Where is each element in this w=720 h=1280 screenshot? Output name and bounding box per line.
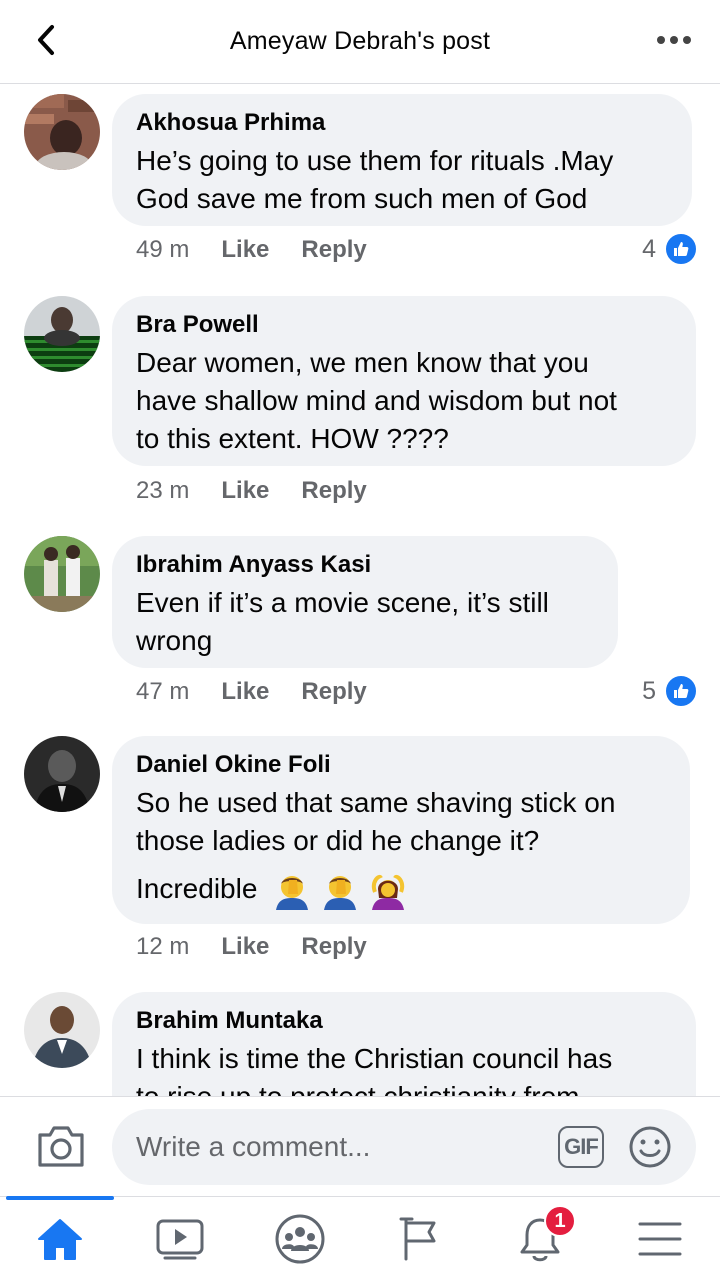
groups-icon [275,1214,325,1264]
reply-button[interactable]: Reply [301,477,366,505]
comment-time: 47 m [136,678,190,705]
like-reaction-icon [664,232,698,266]
gif-button[interactable]: GIF [558,1126,604,1168]
menu-icon [638,1222,682,1256]
comment-author[interactable]: Akhosua Prhima [136,108,668,138]
emoji-button[interactable] [628,1125,672,1169]
comment-meta: 47 m Like Reply [136,678,399,706]
comment-line: to rise up to protect christianity from [136,1078,672,1096]
avatar[interactable] [24,736,100,812]
reaction-number: 4 [642,234,656,263]
comment-input-placeholder: Write a comment... [136,1131,371,1162]
more-options-button[interactable] [654,22,694,58]
reply-button[interactable]: Reply [301,933,366,961]
pages-flag-icon [399,1217,436,1261]
post-header: Ameyaw Debrah's post [0,0,720,84]
comment-line: Incredible [136,873,258,904]
tab-menu[interactable] [600,1197,720,1280]
tab-video[interactable] [120,1197,240,1280]
chevron-left-icon [38,25,54,55]
avatar[interactable] [24,992,100,1068]
more-horizontal-icon [657,36,691,44]
avatar[interactable] [24,536,100,612]
back-button[interactable] [28,22,64,58]
reaction-count[interactable]: 4 [642,232,698,266]
avatar[interactable] [24,94,100,170]
bottom-navigation: 1 [0,1196,720,1280]
video-icon [156,1219,204,1260]
comment-time: 23 m [136,477,190,504]
reaction-number: 5 [642,676,656,705]
comment-bubble: Akhosua Prhima He’s going to use them fo… [112,94,692,226]
comment-line: those ladies or did he change it? [136,825,540,856]
avatar[interactable] [24,296,100,372]
facepalm-emoji [276,875,309,910]
comment-composer: Write a comment... GIF [0,1096,720,1196]
comment-line: Dear women, we men know that you [136,347,589,378]
reply-button[interactable]: Reply [301,678,366,706]
comment-time: 49 m [136,236,190,263]
comment-line: He’s going to use them for rituals .May [136,145,614,176]
comment-text: Dear women, we men know that you have sh… [136,344,672,458]
comment-bubble: Daniel Okine Foli So he used that same s… [112,736,690,924]
comment-line-with-emoji: Incredible [136,870,666,910]
comment-bubble: Brahim Muntaka I think is time the Chris… [112,992,696,1096]
tab-groups[interactable] [240,1197,360,1280]
comment-line: Even if it’s a movie scene, it’s still [136,587,549,618]
comment-text: He’s going to use them for rituals .May … [136,142,668,218]
camera-button[interactable] [36,1123,86,1169]
woman-gesturing-ok-emoji [371,874,404,910]
tab-pages[interactable] [360,1197,480,1280]
comment-meta: 23 m Like Reply [136,477,399,505]
comment-text: So he used that same shaving stick on th… [136,784,666,910]
comment-text: Even if it’s a movie scene, it’s still w… [136,584,594,660]
like-button[interactable]: Like [221,933,269,961]
like-button[interactable]: Like [221,678,269,706]
comment-meta: 12 m Like Reply [136,933,399,961]
comment-bubble: Bra Powell Dear women, we men know that … [112,296,696,466]
tab-notifications[interactable]: 1 [480,1197,600,1280]
camera-icon [38,1126,84,1167]
notification-badge: 1 [544,1205,576,1237]
comment-input[interactable]: Write a comment... GIF [112,1109,696,1185]
comment-author[interactable]: Brahim Muntaka [136,1006,672,1036]
smiley-icon [629,1126,671,1168]
like-button[interactable]: Like [221,236,269,264]
comment-text: I think is time the Christian council ha… [136,1040,672,1096]
comment-time: 12 m [136,933,190,960]
reply-button[interactable]: Reply [301,236,366,264]
like-reaction-icon [664,674,698,708]
tab-home[interactable] [0,1196,120,1280]
reaction-count[interactable]: 5 [642,674,698,708]
comments-list: Akhosua Prhima He’s going to use them fo… [0,84,720,1096]
facepalm-emoji [323,875,356,910]
comment-author[interactable]: Daniel Okine Foli [136,750,666,780]
comment-author[interactable]: Ibrahim Anyass Kasi [136,550,594,580]
comment-line: I think is time the Christian council ha… [136,1043,613,1074]
comment-bubble: Ibrahim Anyass Kasi Even if it’s a movie… [112,536,618,668]
like-button[interactable]: Like [221,477,269,505]
comment-line: God save me from such men of God [136,183,588,214]
page-title: Ameyaw Debrah's post [229,27,491,55]
comment-line: have shallow mind and wisdom but not [136,385,617,416]
comment-line: So he used that same shaving stick on [136,787,616,818]
comment-line: to this extent. HOW ???? [136,423,449,454]
comment-line: wrong [136,625,213,656]
comment-meta: 49 m Like Reply [136,236,399,264]
home-icon [38,1219,82,1260]
comment-author[interactable]: Bra Powell [136,310,672,340]
